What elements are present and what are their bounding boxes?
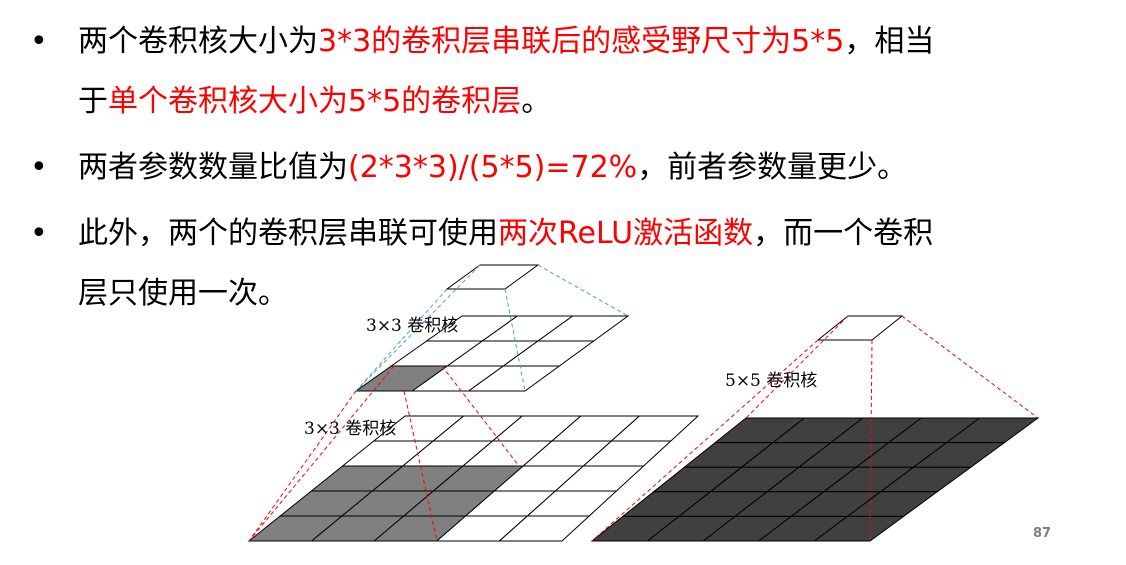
kernel-cell-top-left (445, 264, 540, 290)
grid-cell (816, 315, 904, 341)
grid-cell (445, 264, 540, 290)
label-top-kernel: 3×3 卷积核 (366, 316, 458, 336)
label-right-kernel: 5×5 卷积核 (725, 371, 817, 391)
label-mid-kernel: 3×3 卷积核 (304, 419, 396, 439)
projection-line (745, 315, 849, 419)
page-number: 87 (1033, 526, 1052, 541)
kernel-cell-top-right (816, 315, 904, 341)
projection-line (901, 315, 1039, 419)
projection-line (537, 264, 629, 317)
receptive-field-diagram: 3×3 卷积核 3×3 卷积核 5×5 卷积核 (247, 264, 1040, 542)
